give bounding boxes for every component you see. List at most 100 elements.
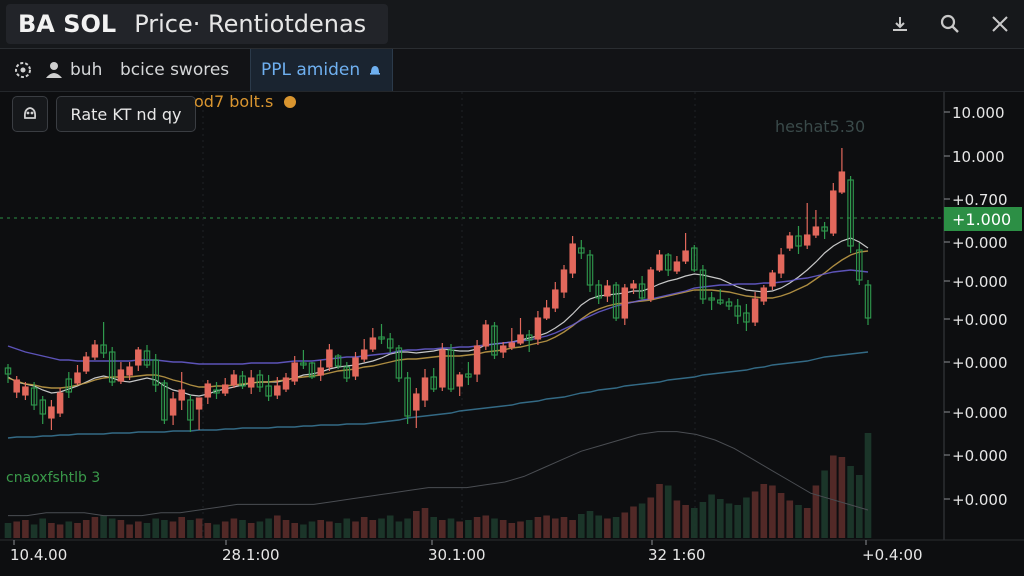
- candle: [569, 236, 576, 278]
- candle: [517, 318, 524, 345]
- candle: [508, 328, 516, 350]
- volume-bar: [552, 518, 559, 538]
- drawing-tool-button[interactable]: [12, 96, 48, 132]
- candle-body: [48, 406, 55, 419]
- volume-bar: [386, 515, 394, 538]
- volume-bar: [74, 523, 81, 538]
- volume-bar: [369, 520, 377, 538]
- volume-bar: [630, 506, 637, 538]
- download-icon[interactable]: [888, 12, 912, 36]
- volume-bar: [317, 520, 324, 538]
- candle-body: [421, 377, 429, 401]
- candle-body: [682, 250, 689, 262]
- volume-bar: [100, 515, 107, 538]
- candle: [282, 373, 290, 392]
- toolbar-item-indicators[interactable]: bcice swores: [120, 49, 229, 91]
- volume-bar: [178, 517, 185, 538]
- candle: [82, 352, 90, 374]
- candle: [847, 176, 854, 253]
- candle: [169, 392, 177, 425]
- candle: [239, 371, 246, 389]
- tab-active[interactable]: PPL amiden: [250, 49, 394, 91]
- candle: [256, 370, 264, 392]
- candle: [91, 340, 99, 360]
- indicator-legend-text: od7 bolt.s: [194, 92, 274, 111]
- volume-bar: [195, 518, 203, 538]
- volume-bar: [569, 520, 576, 538]
- candle-body: [569, 243, 576, 274]
- volume-bar: [499, 520, 507, 538]
- candle: [491, 322, 498, 359]
- candle: [595, 280, 602, 304]
- volume-bar: [213, 524, 220, 538]
- volume-bar: [864, 433, 872, 538]
- close-icon[interactable]: [988, 12, 1012, 36]
- ma-fast-line: [7, 237, 869, 397]
- volume-bar: [847, 466, 854, 538]
- volume-oscillator-line: [8, 431, 869, 517]
- indicator-legend: od7 bolt.s: [194, 92, 297, 111]
- volume-bar: [717, 499, 724, 538]
- volume-bar: [734, 505, 741, 538]
- volume-bar: [673, 500, 681, 538]
- candle: [247, 370, 255, 394]
- volume-bar: [795, 505, 802, 538]
- toolbar-item-user[interactable]: buh: [44, 49, 102, 91]
- time-label: +0.4:00: [862, 546, 923, 564]
- candle-body: [82, 356, 90, 372]
- volume-bar: [56, 524, 64, 538]
- search-icon[interactable]: [938, 12, 962, 36]
- candle: [682, 233, 689, 264]
- title-bar: BA SOL Price· Rentiotdenas: [0, 0, 1024, 49]
- volume-bar: [239, 520, 246, 538]
- price-chart[interactable]: heshat5.30 cnaoxfshtlb 3 10.000 10.000 +0.…: [0, 92, 1024, 576]
- candle-body: [195, 397, 203, 410]
- volume-bar: [126, 524, 133, 538]
- candle: [725, 298, 733, 310]
- volume-bar: [4, 523, 12, 538]
- candle-body: [803, 234, 811, 246]
- candle: [360, 339, 368, 362]
- candle-body: [647, 269, 655, 300]
- volume-bar: [91, 517, 99, 538]
- candle-body: [230, 374, 238, 386]
- candle-body: [247, 377, 255, 388]
- volume-bar: [578, 514, 585, 538]
- candle: [178, 372, 185, 410]
- candle: [621, 284, 629, 325]
- candle-body: [204, 383, 212, 398]
- candle-body: [360, 349, 368, 360]
- candle: [534, 311, 542, 345]
- candle: [699, 265, 707, 304]
- candle: [708, 292, 715, 310]
- current-price-tag[interactable]: +1.000: [944, 207, 1022, 231]
- candle-body: [673, 261, 681, 272]
- volume-bar: [152, 518, 159, 538]
- price-axis: 10.000 10.000 +0.700 +0.000 +0.000 +0.000 +0.0…: [944, 104, 1008, 509]
- volume-bar: [334, 523, 342, 538]
- price-label: +0.000: [952, 354, 1008, 372]
- candle-body: [126, 366, 133, 376]
- volume-bar: [465, 520, 472, 538]
- volume-bar: [656, 484, 663, 538]
- volume-bar: [612, 517, 620, 538]
- price-label: +0.700: [952, 191, 1008, 209]
- candle: [135, 347, 142, 371]
- volume-bar: [456, 521, 463, 538]
- volume-bar: [760, 484, 768, 538]
- candle: [656, 250, 663, 272]
- candle: [369, 328, 377, 352]
- candle: [578, 240, 585, 259]
- settings-gear-button[interactable]: [12, 49, 34, 91]
- price-label: 10.000: [952, 104, 1005, 122]
- candle: [13, 376, 20, 398]
- rate-button[interactable]: Rate KT nd qy: [56, 96, 196, 132]
- chart-watermark: heshat5.30: [775, 117, 865, 136]
- indicator-settings-icon[interactable]: [284, 96, 297, 108]
- candle-body: [543, 307, 550, 319]
- candle: [638, 276, 646, 300]
- candle: [560, 265, 568, 298]
- candle: [691, 245, 698, 272]
- volume-bar: [161, 520, 168, 538]
- candle: [473, 340, 481, 382]
